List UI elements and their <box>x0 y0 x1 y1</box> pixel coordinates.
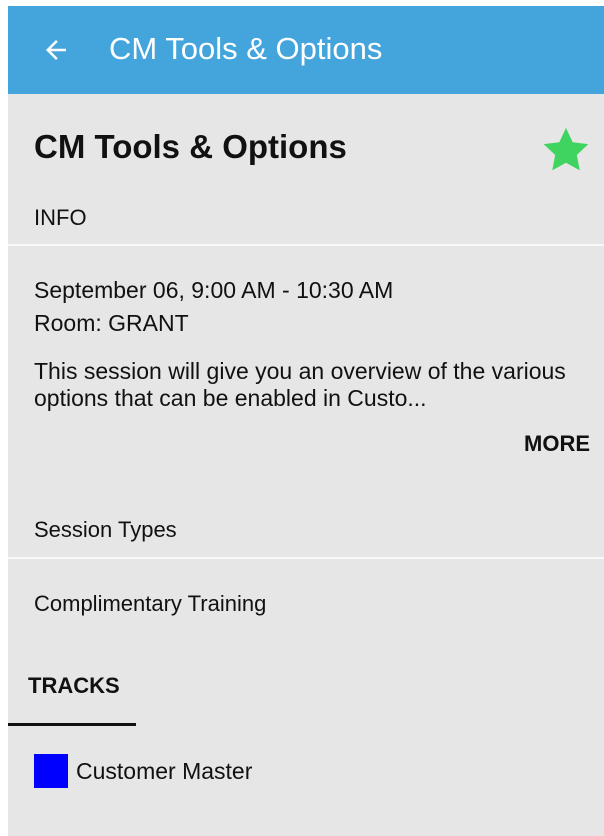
tab-tracks-label: TRACKS <box>28 673 120 698</box>
star-icon[interactable] <box>540 124 592 176</box>
session-title: CM Tools & Options <box>34 128 347 165</box>
session-types-header: Session Types <box>34 517 177 542</box>
app-bar-title: CM Tools & Options <box>109 31 383 66</box>
arrow-left-icon <box>46 40 66 60</box>
back-button[interactable] <box>34 28 78 72</box>
info-header: INFO <box>34 205 87 230</box>
more-button[interactable]: MORE <box>524 430 590 458</box>
divider <box>8 557 604 559</box>
session-datetime: September 06, 9:00 AM - 10:30 AM <box>34 277 394 303</box>
session-detail-screen: CM Tools & Options CM Tools & Options IN… <box>8 6 604 836</box>
track-label: Customer Master <box>76 758 253 784</box>
session-type-value: Complimentary Training <box>34 591 267 616</box>
track-item[interactable]: Customer Master <box>34 754 434 788</box>
tab-selected-indicator <box>8 723 136 726</box>
session-description: This session will give you an overview o… <box>34 358 566 411</box>
track-color-swatch <box>34 754 68 788</box>
app-bar: CM Tools & Options <box>8 6 604 94</box>
session-room: Room: GRANT <box>34 310 189 336</box>
divider <box>8 244 604 246</box>
tab-tracks[interactable]: TRACKS <box>8 668 136 726</box>
